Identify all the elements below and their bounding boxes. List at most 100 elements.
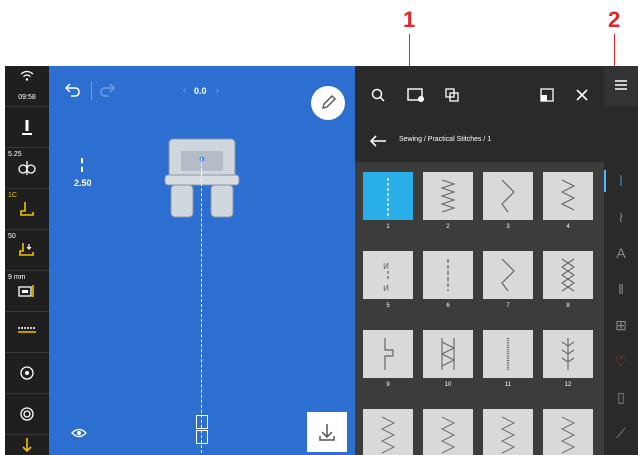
copy-button[interactable] xyxy=(445,88,459,107)
stitch-plate-button[interactable]: 9 mm xyxy=(5,271,49,311)
stitch-tile-10[interactable] xyxy=(423,330,473,378)
nav-practical-stitches[interactable]: ⦚ xyxy=(604,166,638,196)
save-button[interactable] xyxy=(307,412,347,452)
practical-stitch-icon: ⦚ xyxy=(619,173,623,189)
nav-quilting[interactable]: ⊞ xyxy=(604,310,638,340)
category-nav: ⦚ ≀ A ‖ ⊞ ♡ ▯ ⟋ xyxy=(604,66,638,455)
stitch-pattern-icon xyxy=(500,416,516,454)
svg-text:И: И xyxy=(383,262,389,271)
nav-bobbin[interactable]: ▯ xyxy=(604,382,638,412)
stitch-tile-6[interactable] xyxy=(423,251,473,299)
nav-buttonholes[interactable]: ‖ xyxy=(604,274,638,304)
menu-button[interactable] xyxy=(604,66,638,106)
stitch-number: 6 xyxy=(446,303,450,309)
position-decrease-icon[interactable]: ‹ xyxy=(183,85,186,95)
nav-alphabets[interactable]: A xyxy=(604,238,638,268)
stitch-tile-8[interactable] xyxy=(543,251,593,299)
stitch-pattern-icon xyxy=(560,179,576,211)
tension-icon xyxy=(5,160,49,179)
stitch-tile-16[interactable] xyxy=(543,409,593,455)
presser-foot-button[interactable]: 1C xyxy=(5,189,49,229)
wifi-icon xyxy=(5,70,49,85)
stitch-tile-3[interactable] xyxy=(483,172,533,220)
stitch-number: 12 xyxy=(564,382,572,388)
stitch-pattern-icon xyxy=(384,338,394,370)
undo-button[interactable] xyxy=(63,82,83,102)
needle-icon xyxy=(5,119,49,140)
stitch-pattern-icon xyxy=(387,178,389,216)
presser-foot-icon xyxy=(5,201,49,220)
left-toolbar: 09:58 5.25 1C 50 9 mm xyxy=(5,66,49,455)
machine-view-button[interactable] xyxy=(407,88,425,107)
presser-pressure-icon xyxy=(5,242,49,261)
back-button[interactable] xyxy=(369,134,387,153)
position-value: 0.0 xyxy=(194,86,207,96)
wifi-status[interactable]: 09:58 xyxy=(5,66,49,106)
stitch-plate-icon xyxy=(5,283,49,302)
buttonhole-icon: ‖ xyxy=(618,281,624,297)
needle-tool-icon: ⟋ xyxy=(616,425,626,441)
stitch-altitude-button[interactable] xyxy=(5,312,49,352)
stitch-tile-13[interactable] xyxy=(363,409,413,455)
panel-toolbar xyxy=(355,66,604,122)
stitch-tile-1[interactable] xyxy=(363,172,413,220)
copy-icon xyxy=(445,88,459,102)
presser-pressure-value: 50 xyxy=(8,233,16,240)
redo-button[interactable] xyxy=(99,82,119,102)
nav-decorative-stitches[interactable]: ≀ xyxy=(604,202,638,232)
search-button[interactable] xyxy=(371,88,385,107)
undo-icon xyxy=(64,83,80,97)
download-icon xyxy=(319,424,335,441)
stitch-tile-12[interactable] xyxy=(543,330,593,378)
stitch-pattern-icon xyxy=(506,338,510,370)
menu-icon xyxy=(615,80,627,90)
window-button[interactable] xyxy=(540,88,554,107)
close-button[interactable] xyxy=(575,88,589,107)
needle-position-button[interactable] xyxy=(5,107,49,147)
presser-foot-image xyxy=(164,138,240,218)
stitch-tile-14[interactable] xyxy=(423,409,473,455)
spool-icon: ▯ xyxy=(617,389,625,405)
view-button[interactable] xyxy=(71,426,87,444)
thread-button[interactable] xyxy=(5,435,49,455)
stitch-number: 8 xyxy=(566,303,570,309)
bobbin-button[interactable] xyxy=(5,394,49,434)
nav-favorites[interactable]: ♡ xyxy=(604,346,638,376)
breadcrumb: Sewing / Practical Stitches / 1 xyxy=(399,136,492,143)
stitch-pattern-icon xyxy=(440,416,456,454)
search-icon xyxy=(371,88,385,102)
stitch-tile-2[interactable] xyxy=(423,172,473,220)
stitch-number: 11 xyxy=(504,382,512,388)
stitch-start-marker xyxy=(196,430,208,444)
stitch-tile-15[interactable] xyxy=(483,409,533,455)
target-icon xyxy=(5,365,49,384)
sewing-machine-screen: 09:58 5.25 1C 50 9 mm ‹ 0.0 › 2.50 Sewin… xyxy=(5,66,638,455)
callout-1: 1 xyxy=(403,7,416,32)
stitch-tile-4[interactable] xyxy=(543,172,593,220)
stitch-canvas[interactable]: ‹ 0.0 › 2.50 xyxy=(49,66,355,455)
presser-foot-value: 1C xyxy=(8,192,17,199)
arrow-left-icon xyxy=(369,135,386,147)
stitch-preview-line xyxy=(201,158,202,453)
presser-pressure-button[interactable]: 50 xyxy=(5,230,49,270)
stitch-tile-9[interactable] xyxy=(363,330,413,378)
bobbin-icon xyxy=(5,406,49,425)
stitch-tile-11[interactable] xyxy=(483,330,533,378)
nav-utility[interactable]: ⟋ xyxy=(604,418,638,448)
hook-button[interactable] xyxy=(5,353,49,393)
breadcrumb-bar: Sewing / Practical Stitches / 1 xyxy=(355,122,604,162)
window-icon xyxy=(540,88,554,102)
stitch-number: 9 xyxy=(386,382,390,388)
arrow-down-icon xyxy=(5,437,49,455)
stitch-tile-5[interactable]: ИИ xyxy=(363,251,413,299)
stitch-pattern-icon xyxy=(380,416,396,454)
pencil-icon xyxy=(322,95,336,109)
needle-tension-button[interactable]: 5.25 xyxy=(5,148,49,188)
stitch-tile-7[interactable] xyxy=(483,251,533,299)
stitch-end-marker xyxy=(196,415,208,429)
edit-button[interactable] xyxy=(311,86,345,120)
position-increase-icon[interactable]: › xyxy=(216,85,219,95)
machine-view-icon xyxy=(407,88,424,102)
redo-icon xyxy=(100,83,116,97)
stitch-number: 5 xyxy=(386,303,390,309)
